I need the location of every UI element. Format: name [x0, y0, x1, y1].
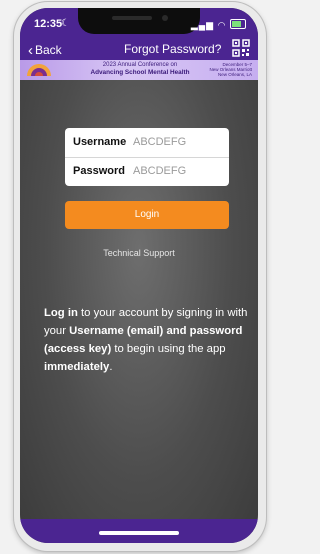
- back-button[interactable]: ‹ Back: [28, 41, 62, 59]
- status-time: 12:35: [34, 18, 63, 30]
- wifi-icon: ◠: [217, 20, 227, 30]
- forgot-password-link[interactable]: Forgot Password?: [124, 42, 221, 56]
- home-indicator[interactable]: [99, 531, 179, 535]
- login-instructions: Log in to your account by signing in wit…: [44, 304, 250, 376]
- login-button[interactable]: Login: [65, 201, 229, 229]
- back-label: Back: [35, 43, 62, 57]
- username-input[interactable]: [133, 134, 223, 150]
- phone-screen: 12:35 ☾ ▂▄▆ ◠ ‹ Back Forgot Password? 20…: [20, 8, 258, 543]
- password-input[interactable]: [133, 163, 223, 179]
- status-bar: 12:35 ☾ ▂▄▆ ◠: [30, 17, 248, 33]
- username-row: Username: [65, 128, 229, 158]
- nav-bar: ‹ Back Forgot Password?: [20, 38, 258, 60]
- conference-line2: Advancing School Mental Health: [90, 69, 190, 76]
- qr-code-icon[interactable]: [232, 39, 250, 57]
- info-immediately: immediately: [44, 361, 110, 373]
- info-period: .: [109, 361, 113, 373]
- signal-icon: ▂▄▆: [190, 20, 215, 30]
- moon-icon: ☾: [61, 18, 70, 29]
- chevron-left-icon: ‹: [28, 42, 33, 59]
- conference-title: 2023 Annual Conference on Advancing Scho…: [80, 62, 200, 77]
- info-text-2: to begin using the app: [111, 343, 226, 355]
- info-log-in: Log in: [44, 307, 78, 319]
- bottom-bar: [20, 519, 258, 543]
- status-icons: ▂▄▆ ◠: [191, 18, 246, 31]
- conference-dates: December 5–7 New Orleans Marriott New Or…: [209, 62, 252, 77]
- username-label: Username: [73, 136, 127, 148]
- conference-logo-icon: [27, 64, 51, 76]
- conference-banner: 2023 Annual Conference on Advancing Scho…: [20, 60, 258, 80]
- technical-support-link[interactable]: Technical Support: [20, 248, 258, 258]
- login-form: Username Password: [65, 128, 229, 186]
- password-row: Password: [65, 157, 229, 186]
- password-label: Password: [73, 165, 125, 177]
- dates-line3: New Orleans, LA: [217, 72, 252, 77]
- conference-line1: 2023 Annual Conference on: [102, 62, 178, 68]
- battery-icon: [230, 19, 246, 29]
